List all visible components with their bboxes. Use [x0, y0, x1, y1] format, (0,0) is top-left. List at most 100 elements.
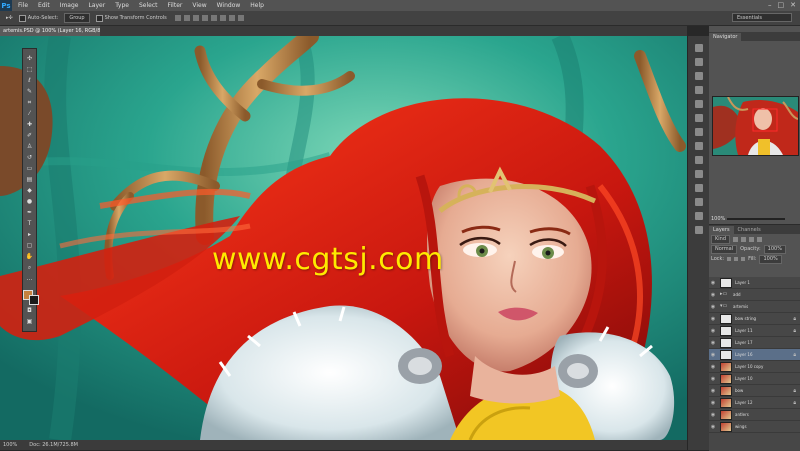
auto-select-checkbox[interactable] [18, 14, 26, 22]
eye-icon[interactable]: ◉ [709, 280, 717, 286]
layer-row[interactable]: ◉ wings [709, 421, 800, 433]
history-brush-icon[interactable]: ↺ [25, 154, 34, 162]
menu-image[interactable]: Image [60, 2, 79, 9]
distribute-h-icon[interactable] [237, 15, 244, 21]
eye-icon[interactable]: ◉ [709, 316, 717, 322]
menu-filter[interactable]: Filter [168, 2, 183, 9]
actions-panel-icon[interactable] [694, 58, 703, 66]
menu-file[interactable]: File [18, 2, 28, 9]
tab-layers[interactable]: Layers [709, 226, 734, 234]
lock-pixels-icon[interactable] [727, 257, 732, 261]
background-color-swatch[interactable] [28, 295, 39, 305]
eye-icon[interactable]: ◉ [709, 352, 717, 358]
blur-tool-icon[interactable]: ◆ [25, 187, 34, 195]
menu-view[interactable]: View [192, 2, 206, 9]
lock-all-icon[interactable] [741, 257, 746, 261]
eye-icon[interactable]: ◉ [709, 376, 717, 382]
type-tool-icon[interactable]: T [25, 220, 34, 228]
eye-icon[interactable]: ◉ [709, 304, 717, 310]
tool-presets-icon[interactable] [694, 226, 703, 234]
zoom-level[interactable]: 100% [3, 440, 17, 450]
filter-adjust-icon[interactable] [741, 236, 747, 242]
navigator-zoom-slider[interactable] [727, 218, 785, 220]
document-tab[interactable]: artemis.PSD @ 100% (Layer 16, RGB/8) * [0, 26, 106, 36]
healing-tool-icon[interactable]: ✚ [25, 121, 34, 129]
navigator-thumbnail[interactable] [712, 96, 799, 156]
eye-icon[interactable]: ◉ [709, 424, 717, 430]
screen-mode-icon[interactable]: ▣ [25, 318, 34, 326]
quick-select-tool-icon[interactable]: ✎ [25, 88, 34, 96]
marquee-tool-icon[interactable]: ⬚ [25, 66, 34, 74]
eye-icon[interactable]: ◉ [709, 364, 717, 370]
fill-field[interactable]: 100% [759, 254, 782, 264]
paragraph-panel-icon[interactable] [694, 170, 703, 178]
layer-row[interactable]: ◉ Layer 17 [709, 337, 800, 349]
menu-help[interactable]: Help [250, 2, 264, 9]
eye-icon[interactable]: ◉ [709, 412, 717, 418]
brush-presets-icon[interactable] [694, 114, 703, 122]
crop-tool-icon[interactable]: ⌗ [25, 99, 34, 107]
eye-icon[interactable]: ◉ [709, 388, 717, 394]
hand-tool-icon[interactable]: ✋ [25, 253, 34, 261]
eraser-tool-icon[interactable]: ▭ [25, 165, 34, 173]
brush-tool-icon[interactable]: ✐ [25, 132, 34, 140]
menu-edit[interactable]: Edit [38, 2, 50, 9]
layer-row[interactable]: ◉ Layer 12 🔒︎ [709, 397, 800, 409]
lock-position-icon[interactable] [734, 257, 739, 261]
maximize-icon[interactable]: □ [778, 1, 785, 9]
dodge-tool-icon[interactable]: ● [25, 198, 34, 206]
layer-row[interactable]: ◉ Layer 1 [709, 277, 800, 289]
extra-tools-icon[interactable]: … [25, 275, 34, 283]
group-row[interactable]: ◉ ▸▭ add [709, 289, 800, 301]
align-bottom-icon[interactable] [192, 15, 199, 21]
show-transform-checkbox[interactable] [95, 14, 103, 22]
layer-row[interactable]: ◉ bow string 🔒︎ [709, 313, 800, 325]
character-panel-icon[interactable] [694, 156, 703, 164]
history-panel-icon[interactable] [694, 44, 703, 52]
move-tool-icon[interactable]: ▸✣ [6, 15, 13, 21]
layer-row[interactable]: ◉ bow 🔒︎ [709, 385, 800, 397]
eye-icon[interactable]: ◉ [709, 292, 717, 298]
minimize-icon[interactable]: – [768, 1, 772, 9]
close-icon[interactable]: ✕ [790, 1, 796, 9]
layer-row[interactable]: ◉ Layer 10 copy [709, 361, 800, 373]
group-row[interactable]: ◉ ▾▭ artemis [709, 301, 800, 313]
layer-row-selected[interactable]: ◉ Layer 16 🔒︎ [709, 349, 800, 361]
distribute-icon[interactable] [228, 15, 235, 21]
filter-shape-icon[interactable] [757, 236, 763, 242]
kind-filter-dropdown[interactable]: Kind [711, 234, 731, 244]
filter-type-icon[interactable] [749, 236, 755, 242]
menu-window[interactable]: Window [217, 2, 241, 9]
color-panel-icon[interactable] [694, 72, 703, 80]
zoom-tool-icon[interactable]: ⌕ [25, 264, 34, 272]
auto-select-dropdown[interactable]: Group [64, 13, 90, 23]
blend-mode-dropdown[interactable]: Normal [711, 244, 738, 254]
align-center-icon[interactable] [210, 15, 217, 21]
workspace-dropdown[interactable]: Essentials [732, 13, 792, 22]
styles-panel-icon[interactable] [694, 142, 703, 150]
paths-panel-icon[interactable] [694, 212, 703, 220]
tab-navigator[interactable]: Navigator [709, 33, 742, 41]
properties-panel-icon[interactable] [694, 198, 703, 206]
eye-icon[interactable]: ◉ [709, 340, 717, 346]
quick-mask-icon[interactable]: ◘ [25, 307, 34, 315]
info-panel-icon[interactable] [694, 184, 703, 192]
align-left-icon[interactable] [201, 15, 208, 21]
align-right-icon[interactable] [219, 15, 226, 21]
eye-icon[interactable]: ◉ [709, 400, 717, 406]
tab-channels[interactable]: Channels [733, 226, 765, 234]
align-middle-icon[interactable] [183, 15, 190, 21]
brush-panel-icon[interactable] [694, 100, 703, 108]
gradient-tool-icon[interactable]: ▤ [25, 176, 34, 184]
lasso-tool-icon[interactable]: ℓ [25, 77, 34, 85]
align-top-icon[interactable] [174, 15, 181, 21]
layer-row[interactable]: ◉ Layer 11 🔒︎ [709, 325, 800, 337]
menu-type[interactable]: Type [115, 2, 129, 9]
path-select-tool-icon[interactable]: ▸ [25, 231, 34, 239]
filter-pixel-icon[interactable] [733, 236, 739, 242]
eye-icon[interactable]: ◉ [709, 328, 717, 334]
move-tool-icon[interactable]: ✣ [25, 55, 34, 63]
shape-tool-icon[interactable]: ▢ [25, 242, 34, 250]
swatches-panel-icon[interactable] [694, 86, 703, 94]
document-canvas[interactable]: www.cgtsj.com [0, 36, 687, 440]
